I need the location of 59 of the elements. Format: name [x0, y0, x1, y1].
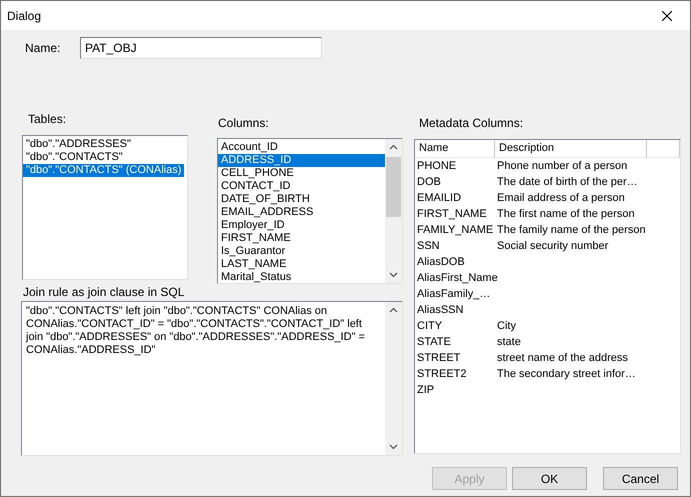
column-item[interactable]: EMAIL_ADDRESS [218, 206, 385, 219]
scroll-down-icon[interactable] [389, 444, 398, 450]
join-rule-field[interactable]: "dbo"."CONTACTS" left join "dbo"."CONTACTS" CONAlias on CONAlias."CONTACT_ID" = "dbo"."CONTACTS"."CONTACT_ID" left join "dbo"."ADDRESSES" on "dbo"."ADDRESSES"."ADDRESS_ID" = CONAlias."ADDRESS_ID" [21, 301, 403, 456]
window-title: Dialog [7, 8, 42, 22]
table-cell-text: state [496, 335, 522, 350]
table-cell-text: AliasDOB [416, 255, 466, 270]
table-cell-text: DOB [416, 175, 442, 190]
table-cell-text: STREET [416, 351, 462, 366]
table-cell-text: EMAILID [416, 191, 462, 206]
scrollbar[interactable] [385, 302, 402, 455]
close-icon [662, 10, 672, 20]
table-cell-text: STREET2 [416, 367, 468, 382]
table-cell-text: CITY [416, 319, 444, 334]
column-item[interactable]: Account_ID [218, 141, 385, 154]
table-cell-text: PHONE [416, 159, 458, 174]
dialog-button[interactable]: Cancel [603, 467, 678, 490]
join-clause-text: "dbo"."CONTACTS" left join "dbo"."CONTACTS" CONAlias on CONAlias."CONTACT_ID" = "dbo"."CONTACTS"."CONTACT_ID" left join "dbo"."ADDRESSES" on "dbo"."ADDRESSES"."ADDRESS_ID" = CONAlias."ADDRESS_ID" [24, 304, 366, 358]
name-field[interactable]: PAT_OBJ [80, 37, 322, 59]
table-cell-text: City [496, 319, 517, 334]
table-item[interactable]: "dbo"."CONTACTS" (CONAlias) [23, 164, 184, 177]
column-item[interactable]: CONTACT_ID [218, 180, 385, 193]
table-cell-text: STATE [416, 335, 452, 350]
table-cell-text: The secondary street infor… [496, 367, 637, 382]
columns-label: Columns: [218, 116, 270, 130]
table-cell-text: AliasFamily_… [416, 287, 492, 302]
table-cell-text: ZIP [416, 383, 436, 398]
scroll-up-icon[interactable] [389, 144, 398, 150]
dialog-button[interactable]: OK [512, 467, 587, 490]
table-cell-text: FIRST_NAME [416, 207, 488, 222]
table-cell-text: The date of birth of the per… [496, 175, 639, 190]
name-label: Name: [24, 41, 62, 55]
table-cell-text: FAMILY_NAME [416, 223, 494, 238]
table-item[interactable]: "dbo"."CONTACTS" [23, 151, 126, 164]
table-cell-text: SSN [416, 239, 441, 254]
column-item[interactable]: CELL_PHONE [218, 167, 385, 180]
metadata-columns-label: Metadata Columns: [419, 116, 524, 130]
table-cell-text: Email address of a person [496, 191, 626, 206]
column-item[interactable]: LAST_NAME [218, 258, 385, 271]
join-rule-label: Join rule as join clause in SQL [23, 285, 186, 299]
table-cell-text: The first name of the person [496, 207, 636, 222]
column-header[interactable]: Description [495, 140, 647, 157]
column-item[interactable]: Employer_ID [218, 219, 385, 232]
table-cell-text: AliasSSN [416, 303, 464, 318]
table-cell-text: Phone number of a person [496, 159, 628, 174]
table-item[interactable]: "dbo"."ADDRESSES" [23, 138, 134, 151]
column-item[interactable]: Marital_Status [218, 271, 385, 283]
table-cell-text: The family name of the person [496, 223, 647, 238]
table-cell-text: street name of the address [496, 351, 629, 366]
scroll-up-icon[interactable] [389, 307, 398, 313]
column-item[interactable]: DATE_OF_BIRTH [218, 193, 385, 206]
column-header[interactable]: Name [415, 140, 495, 157]
table-cell-text: AliasFirst_Name [416, 271, 495, 286]
table-cell-text: Social security number [496, 239, 610, 254]
column-item[interactable]: ADDRESS_ID [218, 154, 385, 167]
column-item[interactable]: FIRST_NAME [218, 232, 385, 245]
tables-label: Tables: [28, 112, 68, 126]
scroll-down-icon[interactable] [389, 272, 398, 278]
scrollbar[interactable] [385, 139, 402, 283]
column-item[interactable]: Is_Guarantor [218, 245, 385, 258]
